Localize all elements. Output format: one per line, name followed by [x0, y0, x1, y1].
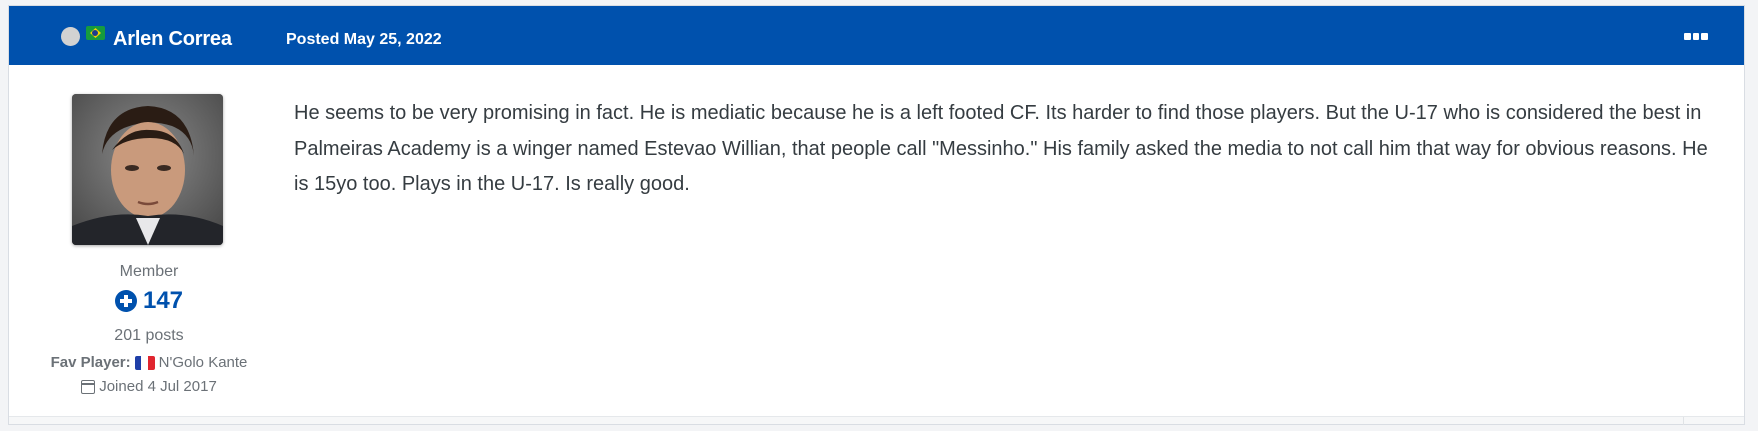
footer-divider: [1683, 417, 1684, 425]
forum-post: Arlen Correa Posted May 25, 2022 Member …: [8, 5, 1745, 425]
plus-circle-icon: [114, 290, 137, 312]
join-date-text: Joined 4 Jul 2017: [99, 378, 217, 395]
join-date: Joined 4 Jul 2017: [9, 378, 289, 395]
author-name-link[interactable]: Arlen Correa: [113, 28, 232, 51]
post-header: Arlen Correa Posted May 25, 2022: [9, 6, 1744, 65]
reputation-count: 147: [142, 287, 184, 314]
calendar-icon: [81, 379, 96, 394]
avatar[interactable]: [72, 94, 223, 245]
member-role: Member: [119, 263, 179, 280]
post-date[interactable]: Posted May 25, 2022: [286, 31, 442, 49]
france-flag-icon: [134, 355, 155, 370]
reputation-badge[interactable]: 147: [9, 287, 289, 315]
online-status-icon: [61, 27, 80, 46]
fav-player: Fav Player: N'Golo Kante: [9, 354, 289, 371]
brazil-flag-icon: [86, 26, 105, 40]
fav-player-name: N'Golo Kante: [158, 354, 248, 371]
ellipsis-menu-icon[interactable]: [1684, 33, 1709, 41]
fav-player-label: Fav Player:: [50, 354, 131, 371]
post-footer: [9, 416, 1744, 425]
post-content: He seems to be very promising in fact. H…: [294, 102, 1708, 195]
post-count: 201 posts: [114, 327, 184, 344]
